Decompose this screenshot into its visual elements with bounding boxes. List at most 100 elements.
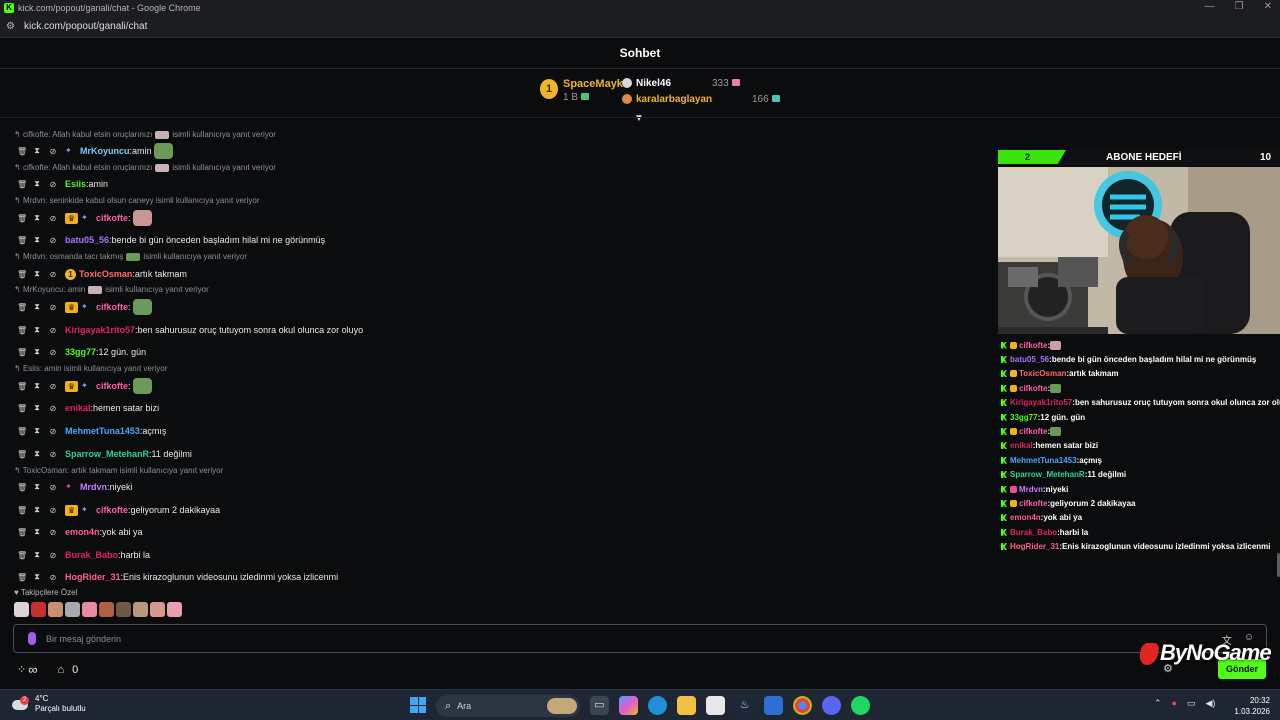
chat-message[interactable]: 🗑 ⧗ ⊘ enikal: hemen satar bizi: [17, 400, 159, 416]
minimize-icon[interactable]: —: [1205, 1, 1215, 12]
store-app-icon[interactable]: [706, 696, 725, 715]
infinity-counter[interactable]: ∞: [28, 662, 37, 677]
chat-username[interactable]: emon4n: [65, 527, 100, 537]
chat-message[interactable]: 🗑 ⧗ ⊘ Esiis: amin: [17, 176, 108, 192]
reply-context[interactable]: ↰ Esiis: amin isimli kullanıcıya yanıt v…: [14, 363, 167, 374]
leader-second-name[interactable]: Nikel46: [636, 78, 671, 89]
chat-username[interactable]: Sparrow_MetehanR: [65, 449, 149, 459]
timeout-icon[interactable]: ⧗: [33, 426, 41, 436]
trash-icon[interactable]: 🗑: [17, 506, 27, 515]
timeout-icon[interactable]: ⧗: [33, 449, 41, 459]
trash-icon[interactable]: 🗑: [17, 348, 27, 357]
ban-icon[interactable]: ⊘: [49, 270, 57, 279]
trash-icon[interactable]: 🗑: [17, 404, 27, 413]
trash-icon[interactable]: 🗑: [17, 573, 27, 582]
emote-icon[interactable]: [65, 602, 80, 617]
chat-message[interactable]: 🗑 ⧗ ⊘ ♛ ✦ cifkofte:: [17, 299, 152, 315]
weather-widget[interactable]: 2 4°C Parçalı bulutlu: [12, 694, 86, 714]
task-view-icon[interactable]: ▭: [590, 696, 609, 715]
chat-username[interactable]: MrKoyuncu: [80, 146, 130, 156]
chat-message[interactable]: 🗑 ⧗ ⊘ Burak_Babo: harbi la: [17, 547, 150, 563]
emote-icon[interactable]: [99, 602, 114, 617]
trash-icon[interactable]: 🗑: [17, 180, 27, 189]
ban-icon[interactable]: ⊘: [49, 180, 57, 189]
taskbar-search[interactable]: ⌕ Ara: [436, 695, 580, 717]
timeout-icon[interactable]: ⧗: [33, 403, 41, 413]
chat-message[interactable]: 🗑 ⧗ ⊘ ♛ ✦ cifkofte:: [17, 210, 152, 226]
ban-icon[interactable]: ⊘: [49, 303, 57, 312]
timeout-icon[interactable]: ⧗: [33, 572, 41, 582]
microphone-tray-icon[interactable]: ●: [1172, 698, 1177, 709]
reply-context[interactable]: ↰ cifkofte: Allah kabul etsin oruçlarını…: [14, 129, 276, 140]
chat-message[interactable]: 🗑 ⧗ ⊘ ♛ ✦ cifkofte:: [17, 378, 152, 394]
chat-message[interactable]: 🗑 ⧗ ⊘ batu05_56: bende bi gün önceden başla…: [17, 232, 325, 248]
ban-icon[interactable]: ⊘: [49, 573, 57, 582]
ban-icon[interactable]: ⊘: [49, 326, 57, 335]
tray-chevron-icon[interactable]: ⌃: [1154, 698, 1162, 709]
trash-icon[interactable]: 🗑: [17, 270, 27, 279]
chat-message[interactable]: 🗑 ⧗ ⊘ ♛ ✦ cifkofte: geliyorum 2 dakikayaa: [17, 502, 220, 518]
timeout-icon[interactable]: ⧗: [33, 179, 41, 189]
reply-context[interactable]: ↰ MrKoyuncu: amin isimli kullanıcıya yanı…: [14, 284, 209, 295]
network-icon[interactable]: ▭: [1187, 698, 1196, 709]
chat-username[interactable]: MehmetTuna1453: [65, 426, 140, 436]
chat-message[interactable]: 🗑 ⧗ ⊘ ✦ MrKoyuncu: amin: [17, 143, 173, 159]
mail-icon[interactable]: [764, 696, 783, 715]
emote-icon[interactable]: [116, 602, 131, 617]
chat-username[interactable]: 33gg77: [65, 347, 96, 357]
timeout-icon[interactable]: ⧗: [33, 325, 41, 335]
chat-message[interactable]: 🗑 ⧗ ⊘ emon4n: yok abi ya: [17, 524, 143, 540]
leader-third-name[interactable]: karalarbaglayan: [636, 94, 712, 105]
ban-icon[interactable]: ⊘: [49, 147, 57, 156]
timeout-icon[interactable]: ⧗: [33, 213, 41, 223]
expand-chevron-icon[interactable]: ▼: [634, 113, 644, 124]
chat-username[interactable]: cifkofte: [96, 302, 128, 312]
trash-icon[interactable]: 🗑: [17, 551, 27, 560]
ban-icon[interactable]: ⊘: [49, 450, 57, 459]
chrome-icon[interactable]: [793, 696, 812, 715]
ban-icon[interactable]: ⊘: [49, 348, 57, 357]
store-icon[interactable]: ⌂: [58, 664, 65, 676]
ban-icon[interactable]: ⊘: [49, 214, 57, 223]
trash-icon[interactable]: 🗑: [17, 483, 27, 492]
trash-icon[interactable]: 🗑: [17, 303, 27, 312]
chat-username[interactable]: cifkofte: [96, 213, 128, 223]
chat-message[interactable]: 🗑 ⧗ ⊘ ✦ Mrdvn: niyeki: [17, 479, 133, 495]
reply-context[interactable]: ↰ Mrdvn: osmanda tacı takmış isimli kulla…: [14, 251, 247, 262]
trash-icon[interactable]: 🗑: [17, 427, 27, 436]
timeout-icon[interactable]: ⧗: [33, 302, 41, 312]
emote-icon[interactable]: [82, 602, 97, 617]
chat-username[interactable]: Esiis: [65, 179, 86, 189]
copilot-icon[interactable]: [619, 696, 638, 715]
message-input[interactable]: [46, 633, 1146, 644]
timeout-icon[interactable]: ⧗: [33, 527, 41, 537]
maximize-icon[interactable]: ❐: [1235, 1, 1244, 12]
windows-start-icon[interactable]: [410, 697, 426, 713]
trash-icon[interactable]: 🗑: [17, 326, 27, 335]
ban-icon[interactable]: ⊘: [49, 427, 57, 436]
steam-icon[interactable]: ♨: [735, 696, 754, 715]
clock[interactable]: 20:32 1.03.2026: [1232, 695, 1270, 717]
chat-username[interactable]: batu05_56: [65, 235, 109, 245]
leader-first-name[interactable]: SpaceMayk: [563, 78, 623, 90]
ban-icon[interactable]: ⊘: [49, 236, 57, 245]
timeout-icon[interactable]: ⧗: [33, 550, 41, 560]
chat-message[interactable]: 🗑 ⧗ ⊘ Kirigayak1rito57: ben sahurusuz oruç …: [17, 322, 363, 338]
emote-icon[interactable]: [14, 602, 29, 617]
ban-icon[interactable]: ⊘: [49, 382, 57, 391]
address-bar[interactable]: ⚙ kick.com/popout/ganali/chat: [0, 16, 1280, 38]
chat-username[interactable]: enikal: [65, 403, 91, 413]
share-icon[interactable]: ⁘: [17, 663, 26, 676]
emote-icon[interactable]: [150, 602, 165, 617]
chat-message[interactable]: 🗑 ⧗ ⊘ MehmetTuna1453: açmış: [17, 423, 166, 439]
trash-icon[interactable]: 🗑: [17, 147, 27, 156]
chat-message[interactable]: 🗑 ⧗ ⊘ Sparrow_MetehanR: 11 değilmi: [17, 446, 192, 462]
chat-message[interactable]: 🗑 ⧗ ⊘ HogRider_31: Enis kirazoglunun videos…: [17, 569, 338, 585]
chat-message[interactable]: 🗑 ⧗ ⊘ 33gg77: 12 gün. gün: [17, 344, 146, 360]
discord-icon[interactable]: [822, 696, 841, 715]
ban-icon[interactable]: ⊘: [49, 528, 57, 537]
timeout-icon[interactable]: ⧗: [33, 269, 41, 279]
reply-context[interactable]: ↰ ToxicOsman: artık takmam isimli kullan…: [14, 465, 223, 476]
chat-username[interactable]: HogRider_31: [65, 572, 121, 582]
emote-icon[interactable]: [31, 602, 46, 617]
